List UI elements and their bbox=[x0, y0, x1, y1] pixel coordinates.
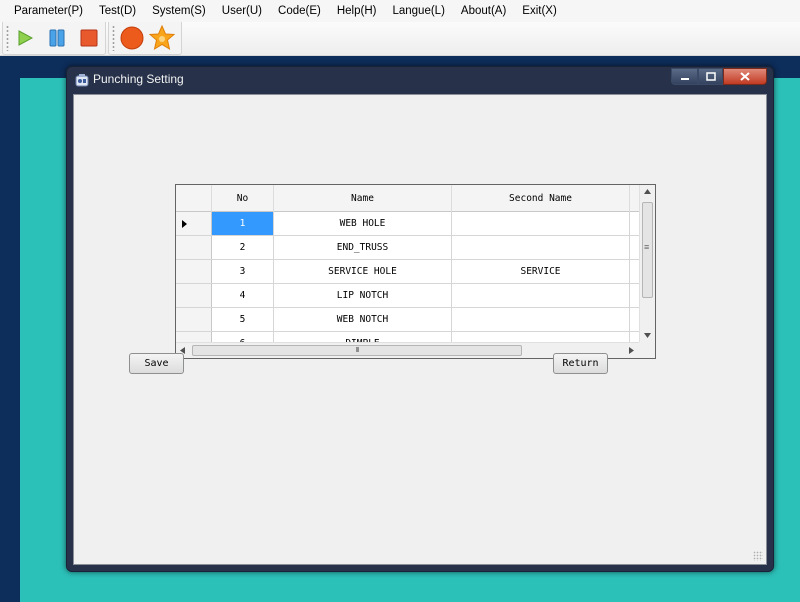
scroll-down-icon[interactable] bbox=[644, 333, 651, 338]
cell-second-name[interactable] bbox=[452, 212, 630, 235]
cell-name[interactable]: SERVICE HOLE bbox=[274, 260, 452, 283]
column-header-no[interactable]: No bbox=[212, 185, 274, 212]
row-header[interactable] bbox=[176, 212, 212, 235]
menu-about[interactable]: About(A) bbox=[453, 0, 514, 22]
vertical-scroll-thumb[interactable]: ≡ bbox=[642, 202, 653, 298]
toolbar-group-run bbox=[2, 22, 106, 55]
play-button[interactable] bbox=[13, 26, 37, 50]
menu-code[interactable]: Code(E) bbox=[270, 0, 329, 22]
menu-system[interactable]: System(S) bbox=[144, 0, 214, 22]
pause-button[interactable] bbox=[45, 26, 69, 50]
table-row[interactable]: 1 WEB HOLE bbox=[176, 212, 640, 236]
cell-second-name[interactable] bbox=[452, 284, 630, 307]
column-header-name[interactable]: Name bbox=[274, 185, 452, 212]
cell-no[interactable]: 5 bbox=[212, 308, 274, 331]
window-client-area: No Name Second Name 1 WEB HOLE 2 END_TRU… bbox=[73, 94, 767, 565]
cell-second-name[interactable] bbox=[452, 308, 630, 331]
table-row[interactable]: 4 LIP NOTCH bbox=[176, 284, 640, 308]
scrollbar-corner bbox=[639, 342, 655, 358]
horizontal-scroll-thumb[interactable]: III bbox=[192, 345, 522, 356]
toolbar bbox=[0, 22, 800, 56]
save-button[interactable]: Save bbox=[129, 353, 184, 374]
pause-icon bbox=[49, 29, 65, 47]
cell-second-name[interactable] bbox=[452, 236, 630, 259]
star-button[interactable] bbox=[149, 25, 175, 51]
column-header-second-name[interactable]: Second Name bbox=[452, 185, 630, 212]
cell-no[interactable]: 4 bbox=[212, 284, 274, 307]
current-row-arrow-icon bbox=[182, 220, 187, 228]
row-header[interactable] bbox=[176, 260, 212, 283]
maximize-icon bbox=[705, 72, 716, 81]
record-button[interactable] bbox=[119, 25, 145, 51]
minimize-button[interactable] bbox=[671, 68, 698, 85]
cell-no[interactable]: 2 bbox=[212, 236, 274, 259]
menu-user[interactable]: User(U) bbox=[214, 0, 270, 22]
minimize-icon bbox=[680, 77, 689, 80]
cell-name[interactable]: WEB NOTCH bbox=[274, 308, 452, 331]
table-row[interactable]: 2 END_TRUSS bbox=[176, 236, 640, 260]
row-header[interactable] bbox=[176, 236, 212, 259]
app-icon bbox=[75, 73, 89, 87]
stop-icon bbox=[80, 29, 98, 47]
scroll-right-icon[interactable] bbox=[629, 347, 634, 354]
window-title: Punching Setting bbox=[93, 72, 184, 86]
row-header[interactable] bbox=[176, 308, 212, 331]
toolbar-grip[interactable] bbox=[112, 25, 115, 51]
menu-parameter[interactable]: Parameter(P) bbox=[6, 0, 91, 22]
punching-setting-window: Punching Setting No Name Second Name 1 W… bbox=[66, 66, 774, 572]
cell-no[interactable]: 3 bbox=[212, 260, 274, 283]
grid-header: No Name Second Name bbox=[176, 185, 640, 212]
toolbar-grip[interactable] bbox=[6, 25, 9, 51]
grid-corner-header[interactable] bbox=[176, 185, 212, 212]
vertical-scroll-grip: ≡ bbox=[644, 242, 650, 252]
menu-help[interactable]: Help(H) bbox=[329, 0, 385, 22]
menu-bar: Parameter(P) Test(D) System(S) User(U) C… bbox=[0, 0, 800, 22]
menu-exit[interactable]: Exit(X) bbox=[514, 0, 565, 22]
window-titlebar[interactable]: Punching Setting bbox=[67, 67, 773, 93]
cell-name[interactable]: WEB HOLE bbox=[274, 212, 452, 235]
toolbar-group-tools bbox=[108, 22, 182, 55]
record-icon bbox=[120, 26, 144, 50]
stop-button[interactable] bbox=[77, 26, 101, 50]
scroll-up-icon[interactable] bbox=[644, 189, 651, 194]
cell-name[interactable]: END_TRUSS bbox=[274, 236, 452, 259]
cell-name[interactable]: LIP NOTCH bbox=[274, 284, 452, 307]
grid-rows: 1 WEB HOLE 2 END_TRUSS 3 SERVICE HOLE SE… bbox=[176, 212, 640, 356]
row-header[interactable] bbox=[176, 284, 212, 307]
vertical-scrollbar[interactable]: ≡ bbox=[639, 185, 655, 342]
play-icon bbox=[18, 30, 34, 46]
star-icon bbox=[149, 25, 175, 51]
maximize-button[interactable] bbox=[698, 68, 723, 85]
resize-grip-icon[interactable] bbox=[753, 551, 763, 561]
close-button[interactable] bbox=[723, 68, 767, 85]
return-button[interactable]: Return bbox=[553, 353, 608, 374]
cell-no[interactable]: 1 bbox=[212, 212, 274, 235]
punching-grid[interactable]: No Name Second Name 1 WEB HOLE 2 END_TRU… bbox=[175, 184, 656, 359]
cell-second-name[interactable]: SERVICE bbox=[452, 260, 630, 283]
menu-test[interactable]: Test(D) bbox=[91, 0, 144, 22]
menu-langue[interactable]: Langue(L) bbox=[384, 0, 452, 22]
close-icon bbox=[740, 72, 750, 81]
table-row[interactable]: 5 WEB NOTCH bbox=[176, 308, 640, 332]
window-controls bbox=[671, 68, 767, 85]
horizontal-scroll-grip: III bbox=[355, 347, 360, 354]
table-row[interactable]: 3 SERVICE HOLE SERVICE bbox=[176, 260, 640, 284]
